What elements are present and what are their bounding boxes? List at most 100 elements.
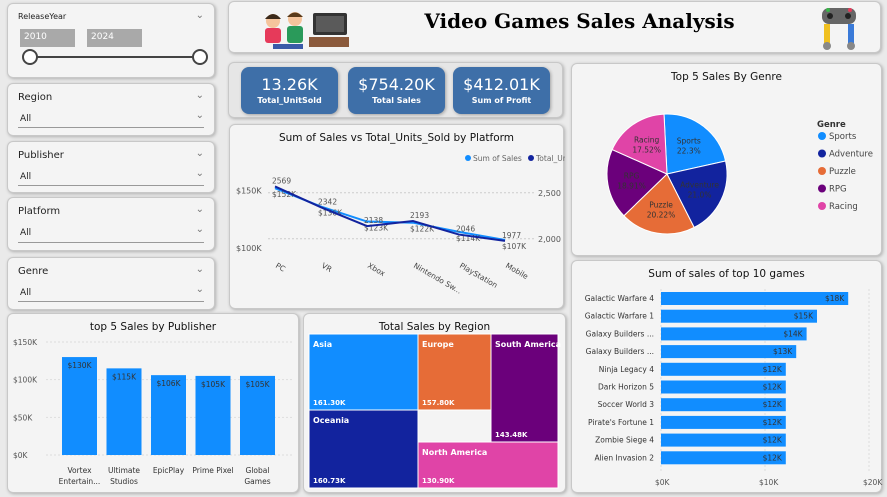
dropdown-chevron-icon[interactable]: ⌄	[196, 284, 204, 295]
region-value[interactable]: All	[20, 114, 31, 124]
cell-label: North America	[422, 448, 487, 457]
bar-chart[interactable]: $0K $50K $100K $150K $130K Vortex Entertain...…	[8, 314, 300, 494]
cell-value: 143.48K	[495, 431, 528, 439]
slice-label: RPG	[624, 171, 640, 180]
pie-chart[interactable]: Sports22.3%Adventure21.0%Puzzle20.22%RPG…	[572, 64, 883, 257]
treemap-chart[interactable]: Asia 161.30K Oceania 160.73K Europe 157.80K No…	[304, 314, 567, 494]
data-label: 2342	[318, 197, 337, 206]
legend-marker	[818, 184, 826, 193]
y-tick-label: Galaxy Builders ...	[586, 347, 654, 356]
legend-label: Puzzle	[829, 167, 856, 177]
x-tick-label: PC	[274, 261, 287, 274]
bar	[661, 292, 849, 305]
games-chart-card: Sum of sales of top 10 games $0K $10K $20K…	[571, 260, 883, 494]
legend-marker	[818, 202, 826, 210]
header-banner: Video Games Sales Analysis	[228, 1, 881, 53]
genre-chart-card: Top 5 Sales By Genre Sports 22.3% Adventur…	[571, 63, 882, 256]
region-chart-card: Total Sales by Region Asia 161.30K Oceania…	[303, 313, 566, 493]
line-chart[interactable]: Sum of Sales Total_UnitSold $150K $100K 2,50…	[230, 125, 565, 310]
bar-value-label: $12K	[763, 365, 783, 374]
chevron-down-icon[interactable]: ⌄	[196, 148, 204, 159]
y-tick-label: Galactic Warfare 4	[585, 294, 655, 303]
gamers-illustration	[265, 12, 349, 49]
legend-label: Racing	[829, 202, 858, 212]
bar-value-label: $105K	[201, 380, 226, 389]
bar-value-label: $12K	[763, 383, 783, 392]
cell-label: Oceania	[313, 416, 349, 425]
platform-label: Platform	[18, 206, 61, 217]
year-range-slider[interactable]	[8, 4, 216, 79]
publisher-slicer[interactable]: Publisher ⌄ All ⌄	[7, 141, 215, 193]
kpi-total-sales: $754.20K Total Sales	[348, 67, 445, 114]
y-tick-label: Pirate's Fortune 1	[588, 418, 654, 427]
chevron-down-icon[interactable]: ⌄	[196, 90, 204, 101]
publisher-chart-card: top 5 Sales by Publisher $0K $50K $100K $15…	[7, 313, 299, 493]
publisher-value[interactable]: All	[20, 172, 31, 182]
y-tick-label: $0K	[13, 451, 29, 460]
platform-value[interactable]: All	[20, 228, 31, 238]
cell-value: 157.80K	[422, 399, 455, 407]
region-label: Region	[18, 92, 53, 103]
dropdown-chevron-icon[interactable]: ⌄	[196, 224, 204, 235]
cell-value: 130.90K	[422, 477, 455, 485]
bar-value-label: $12K	[763, 400, 783, 409]
x-tick-label: Games	[244, 477, 270, 486]
legend-label: Sports	[829, 132, 857, 142]
slice-value: 18.91%	[617, 181, 646, 190]
slice-value: 20.22%	[647, 211, 676, 220]
slider-handle-end	[192, 49, 208, 65]
kpi-label: Sum of Profit	[471, 96, 532, 105]
y-tick-label: Ninja Legacy 4	[599, 365, 654, 374]
legend-title: Genre	[817, 120, 846, 130]
dropdown-chevron-icon[interactable]: ⌄	[196, 168, 204, 179]
genre-label: Genre	[18, 266, 49, 277]
y-tick-label: $50K	[13, 413, 33, 422]
bar-value-label: $130K	[67, 361, 92, 370]
cell-value: 160.73K	[313, 477, 346, 485]
genre-value[interactable]: All	[20, 288, 31, 298]
publisher-label: Publisher	[18, 150, 64, 161]
slice-label: Sports	[677, 136, 701, 145]
data-label: 2046	[456, 225, 475, 234]
y-tick-label: $100K	[13, 376, 38, 385]
x-tick-label: $0K	[655, 478, 671, 487]
kpi-label: Total_UnitSold	[257, 96, 322, 105]
release-year-slicer[interactable]: ReleaseYear ⌄ 2010 2024	[7, 3, 215, 78]
data-label: 1977	[502, 231, 521, 240]
kpi-units-sold: 13.26K Total_UnitSold	[241, 67, 338, 114]
y-tick-label: Galactic Warfare 1	[585, 312, 655, 321]
legend-marker	[528, 155, 534, 161]
slider-handle-start	[22, 49, 38, 65]
kpi-value: $412.01K	[463, 75, 540, 94]
kpi-sum-profit: $412.01K Sum of Profit	[453, 67, 550, 114]
x-tick-label: Vortex	[67, 466, 92, 475]
kpi-label: Total Sales	[372, 96, 421, 105]
x-tick-label: Nintendo Sw...	[412, 261, 463, 296]
platform-slicer[interactable]: Platform ⌄ All ⌄	[7, 197, 215, 251]
cell-label: South America	[495, 340, 561, 349]
y2-tick-label: 2,000	[538, 235, 561, 244]
y-tick-label: Soccer World 3	[598, 400, 655, 409]
platform-chart-card: Sum of Sales vs Total_Units_Sold by Plat…	[229, 124, 565, 310]
hbar-chart[interactable]: $0K $10K $20K Galactic Warfare 4 $18K Galacti…	[572, 261, 883, 494]
bar	[62, 357, 97, 455]
x-tick-label: Prime Pixel	[192, 466, 233, 475]
data-label: $136K	[318, 209, 343, 218]
x-tick-label: VR	[320, 261, 333, 274]
y-tick-label: $100K	[236, 244, 262, 253]
data-label: 2569	[272, 176, 291, 185]
bar-value-label: $15K	[794, 312, 814, 321]
legend-marker	[818, 167, 826, 175]
legend-label: Adventure	[829, 150, 873, 160]
cell-label: Europe	[422, 340, 454, 349]
slice-value: 21.0%	[688, 190, 712, 199]
x-tick-label: Studios	[110, 477, 138, 486]
y-tick-label: Galaxy Builders ...	[586, 329, 654, 338]
treemap-cell	[490, 333, 559, 443]
genre-slicer[interactable]: Genre ⌄ All ⌄	[7, 257, 215, 310]
chevron-down-icon[interactable]: ⌄	[196, 264, 204, 275]
legend-label: Sum of Sales	[473, 154, 522, 163]
dropdown-chevron-icon[interactable]: ⌄	[196, 110, 204, 121]
region-slicer[interactable]: Region ⌄ All ⌄	[7, 83, 215, 136]
chevron-down-icon[interactable]: ⌄	[196, 204, 204, 215]
